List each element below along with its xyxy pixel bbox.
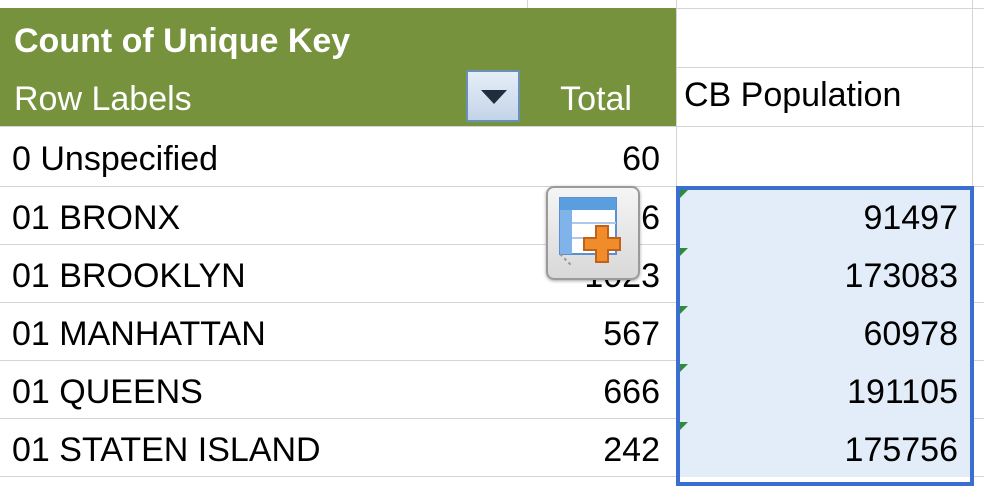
population-cell[interactable]: 175756 — [676, 419, 972, 477]
table-row: 01 MANHATTAN 567 60978 — [0, 303, 984, 361]
error-indicator-icon[interactable] — [679, 306, 688, 315]
row-total[interactable]: 567 — [603, 315, 660, 354]
error-indicator-icon[interactable] — [679, 248, 688, 257]
table-row: 01 STATEN ISLAND 242 175756 — [0, 419, 984, 477]
population-value: 191105 — [847, 373, 958, 411]
row-total[interactable]: 666 — [603, 373, 660, 412]
table-row: 0 Unspecified 60 — [0, 128, 984, 186]
cb-population-header[interactable]: CB Population — [684, 76, 901, 115]
row-label[interactable]: 01 BROOKLYN — [12, 257, 246, 296]
table-row: 01 BRONX 6 91497 — [0, 187, 984, 245]
population-cell[interactable]: 60978 — [676, 303, 972, 361]
error-indicator-icon[interactable] — [679, 422, 688, 431]
row-label[interactable]: 01 STATEN ISLAND — [12, 431, 321, 470]
population-value: 175756 — [844, 431, 958, 469]
population-value: 91497 — [863, 199, 958, 237]
table-row: 01 QUEENS 666 191105 — [0, 361, 984, 419]
population-cell[interactable]: 191105 — [676, 361, 972, 419]
pivot-header: Count of Unique Key Row Labels Total — [0, 8, 676, 126]
error-indicator-icon[interactable] — [679, 364, 688, 373]
row-label[interactable]: 0 Unspecified — [12, 140, 218, 179]
total-header[interactable]: Total — [560, 80, 632, 119]
population-value: 173083 — [844, 257, 958, 295]
row-label[interactable]: 01 BRONX — [12, 199, 180, 238]
population-cell[interactable]: 173083 — [676, 245, 972, 303]
row-label[interactable]: 01 MANHATTAN — [12, 315, 266, 354]
row-total[interactable]: 6 — [641, 199, 660, 238]
population-cell[interactable] — [676, 128, 972, 186]
population-cell[interactable]: 91497 — [676, 187, 972, 245]
row-label[interactable]: 01 QUEENS — [12, 373, 203, 412]
quick-analysis-icon — [559, 197, 621, 267]
dropdown-arrow-icon — [481, 90, 507, 104]
row-labels-filter-button[interactable] — [466, 70, 520, 122]
population-value: 60978 — [863, 315, 958, 353]
error-indicator-icon[interactable] — [679, 190, 688, 199]
row-labels-header[interactable]: Row Labels — [14, 80, 192, 119]
quick-analysis-button[interactable] — [546, 186, 640, 280]
pivot-value-field-title[interactable]: Count of Unique Key — [14, 22, 350, 61]
row-total[interactable]: 60 — [622, 140, 660, 179]
table-row: 01 BROOKLYN 1023 173083 — [0, 245, 984, 303]
row-total[interactable]: 242 — [603, 431, 660, 470]
